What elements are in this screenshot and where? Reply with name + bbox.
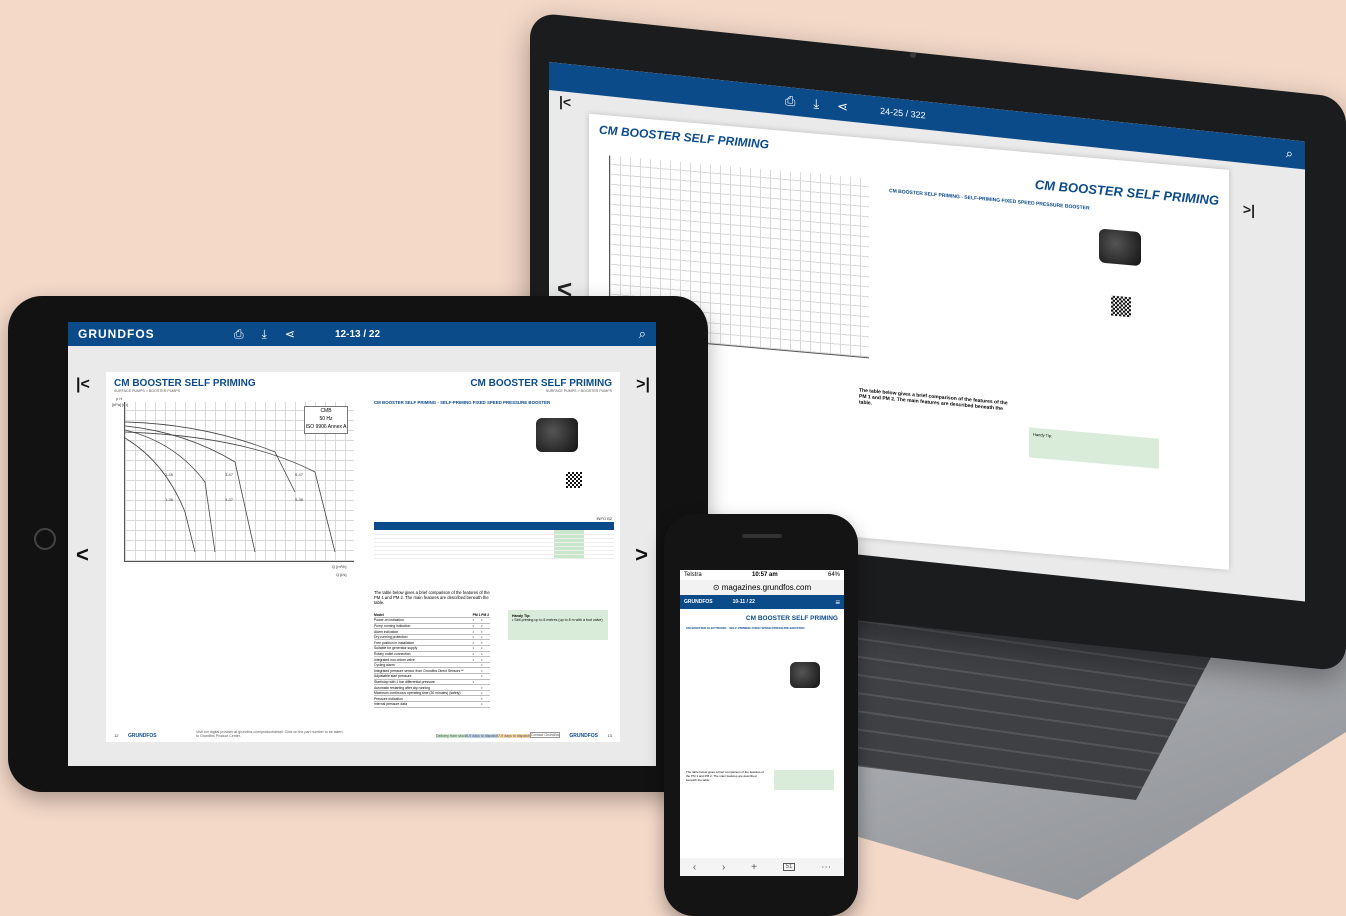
tag-7-9: 7-9 days to dispatch <box>498 734 531 738</box>
cmp-row: Internal pressure data <box>374 701 473 708</box>
prev-page-icon[interactable]: < <box>76 542 89 568</box>
page-counter: 12-13 / 22 <box>334 328 381 340</box>
more-icon[interactable]: ⋯ <box>821 862 831 873</box>
last-page-icon[interactable]: >| <box>636 376 650 394</box>
curve-label: 5-36 <box>295 497 304 502</box>
search-icon[interactable]: ⌕ <box>1286 145 1293 162</box>
handy-tip-text: • Self-priming up to 8 metres (up to 8 m… <box>512 618 603 622</box>
print-icon[interactable]: ⎙ <box>785 93 795 110</box>
tablet-toolbar: GRUNDFOS ⎙ ⤓ ⋖ 12-13 / 22 ⌕ <box>68 322 656 346</box>
cmp-row: Integrated pressure sensor from Grundfos… <box>374 667 473 674</box>
pm-table-code: INFO B2 <box>596 516 612 521</box>
page-counter: 24-25 / 322 <box>880 105 926 121</box>
legend-standard: ISO 9906 Annex A <box>305 424 347 430</box>
legend-model: CMB <box>320 408 332 414</box>
forward-icon[interactable]: › <box>722 862 725 873</box>
phone-speaker <box>742 534 782 538</box>
footer-page-left: 12 <box>114 733 119 738</box>
battery: 64% <box>827 572 840 578</box>
home-button[interactable] <box>34 528 56 550</box>
share-icon[interactable]: ⋖ <box>837 98 848 115</box>
phone-screen: Telstra 10:57 am 64% ⊙ magazines.grundfo… <box>680 570 844 876</box>
footer-logo-left: GRUNDFOS <box>128 733 157 739</box>
handy-tip-box: Handy Tip: • Self-priming up to 8 metres… <box>508 610 608 640</box>
curve-label: 3-37 <box>225 497 234 502</box>
last-page-icon[interactable]: >| <box>1243 201 1255 218</box>
curve-label: 1-36 <box>165 497 174 502</box>
phone-device: Telstra 10:57 am 64% ⊙ magazines.grundfo… <box>664 514 858 916</box>
pump-image <box>1099 228 1141 267</box>
grundfos-logo: GRUNDFOS <box>78 327 155 341</box>
handy-tip-box: Handy Tip: <box>1029 427 1159 469</box>
download-icon[interactable]: ⤓ <box>813 96 819 113</box>
pump-image <box>536 418 578 452</box>
pricing-table <box>374 522 614 559</box>
new-tab-icon[interactable]: + <box>751 862 757 873</box>
curve-label: 1-45 <box>165 472 174 477</box>
menu-icon[interactable]: ≡ <box>835 598 840 607</box>
carrier: Telstra <box>684 572 702 578</box>
footer-page-right: 13 <box>607 733 612 738</box>
comparison-intro: The table below gives a brief comparison… <box>686 770 764 782</box>
chart-xunit-top: Q [m³/h] <box>332 564 347 569</box>
qr-code <box>566 472 582 488</box>
chart-ylabel: p H <box>116 396 123 401</box>
tablet-device: GRUNDFOS ⎙ ⤓ ⋖ 12-13 / 22 ⌕ |< >| < > CM… <box>8 296 708 792</box>
section-heading: CM BOOSTER SELF PRIMING - SELF-PRIMING F… <box>374 400 551 405</box>
page-title-left: CM BOOSTER SELF PRIMING <box>114 378 256 389</box>
cmp-row: Maximum continuous operating time (30 mi… <box>374 690 473 697</box>
lock-icon: ⊙ <box>712 583 720 592</box>
next-page-icon[interactable]: > <box>635 542 648 568</box>
first-page-icon[interactable]: |< <box>559 93 571 110</box>
curve-label: 3-47 <box>225 472 234 477</box>
chart-xunit-bottom: Q [l/s] <box>336 572 347 577</box>
download-icon[interactable]: ⤓ <box>262 327 267 342</box>
chart-legend-box: CMB 50 Hz ISO 9906 Annex A <box>304 406 348 434</box>
safari-toolbar: ‹ › + 51 ⋯ <box>680 858 844 876</box>
tabs-count[interactable]: 51 <box>782 863 796 871</box>
tablet-spread: CM BOOSTER SELF PRIMING SURFACE PUMPS > … <box>106 372 620 742</box>
page-subtitle-right: SURFACE PUMPS > BOOSTER PUMPS <box>545 389 612 393</box>
page-subtitle-left: SURFACE PUMPS > BOOSTER PUMPS <box>114 389 181 393</box>
legend-frequency: 50 Hz <box>319 416 333 422</box>
back-icon[interactable]: ‹ <box>693 862 696 873</box>
qr-code <box>1111 295 1131 318</box>
print-icon[interactable]: ⎙ <box>234 327 244 342</box>
section-heading: CM BOOSTER ELECTRONIC - SELF-PRIMING FIX… <box>686 626 805 630</box>
tag-5-9: 5-9 days to dispatch <box>466 734 499 738</box>
tablet-screen: GRUNDFOS ⎙ ⤓ ⋖ 12-13 / 22 ⌕ |< >| < > CM… <box>68 322 656 766</box>
url-bar[interactable]: ⊙ magazines.grundfos.com <box>680 580 844 595</box>
page-counter: 10-11 / 22 <box>732 599 755 605</box>
curve-label: 5-47 <box>295 472 304 477</box>
status-bar: Telstra 10:57 am 64% <box>680 570 844 580</box>
share-icon[interactable]: ⋖ <box>285 327 295 342</box>
page-title-right: CM BOOSTER SELF PRIMING <box>470 378 612 389</box>
grundfos-logo: GRUNDFOS <box>684 599 713 605</box>
footer-logo-right: GRUNDFOS <box>569 733 598 739</box>
phone-toolbar: GRUNDFOS 10-11 / 22 ≡ <box>680 595 844 609</box>
tag-contact: Contact Grundfos <box>530 732 561 738</box>
performance-chart: CMB 50 Hz ISO 9906 Annex A 1-45 3-47 5-4… <box>124 402 354 562</box>
search-icon[interactable]: ⌕ <box>639 326 646 342</box>
comparison-table: Model PM 1 PM 2 Power-on indication • • Pu… <box>374 612 490 708</box>
handy-tip-box <box>774 770 834 790</box>
pump-image <box>790 662 820 688</box>
laptop-camera <box>910 52 916 58</box>
url-text: magazines.grundfos.com <box>721 583 812 592</box>
first-page-icon[interactable]: |< <box>76 376 90 394</box>
tag-stock: Delivery from stock <box>436 734 467 738</box>
footer-note: Visit our digital provider at grundfos.c… <box>196 730 343 738</box>
clock: 10:57 am <box>751 572 778 578</box>
comparison-intro: The table below gives a brief comparison… <box>859 387 1008 413</box>
page-title: CM BOOSTER SELF PRIMING <box>745 615 838 622</box>
comparison-intro: The table below gives a brief comparison… <box>374 590 490 605</box>
